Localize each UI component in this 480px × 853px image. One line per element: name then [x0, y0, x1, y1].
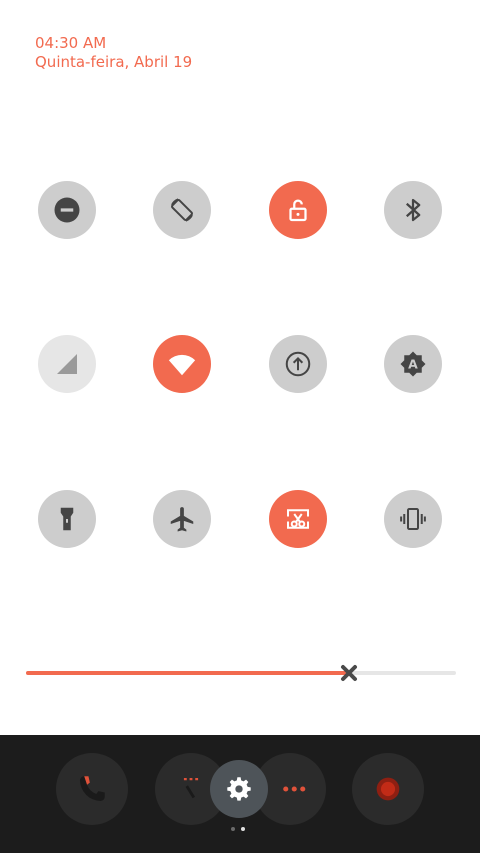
phone-icon	[79, 776, 105, 802]
page-indicator	[231, 827, 245, 831]
tile-do-not-disturb[interactable]	[38, 181, 96, 239]
svg-text:A: A	[408, 357, 418, 372]
tile-mobile-data[interactable]	[38, 335, 96, 393]
quick-settings-grid: A	[0, 0, 480, 600]
page-dot	[231, 827, 235, 831]
wifi-icon	[168, 354, 196, 376]
rotate-icon	[171, 198, 193, 222]
settings-button[interactable]	[210, 760, 268, 818]
brightness-slider[interactable]	[26, 662, 456, 684]
gear-icon	[227, 777, 251, 801]
dock-app-phone[interactable]	[56, 753, 128, 825]
close-x-icon[interactable]	[339, 663, 359, 683]
upload-circle-icon	[285, 351, 311, 377]
tile-flashlight[interactable]	[38, 490, 96, 548]
tile-auto-brightness[interactable]: A	[384, 335, 442, 393]
tile-wifi[interactable]	[153, 335, 211, 393]
bluetooth-icon	[405, 198, 421, 222]
dock	[0, 735, 480, 853]
tile-airplane-mode[interactable]	[153, 490, 211, 548]
flashlight-icon	[60, 507, 74, 531]
tile-screenshot[interactable]	[269, 490, 327, 548]
contacts-icon	[183, 777, 199, 799]
tile-data-sync[interactable]	[269, 335, 327, 393]
brightness-auto-icon: A	[400, 351, 426, 377]
minus-circle-icon	[54, 197, 80, 223]
page-dot	[241, 827, 245, 831]
camera-icon	[376, 777, 400, 801]
unlock-icon	[289, 199, 307, 222]
dock-app-camera[interactable]	[352, 753, 424, 825]
tile-rotation-lock[interactable]	[269, 181, 327, 239]
tile-bluetooth[interactable]	[384, 181, 442, 239]
signal-icon	[57, 354, 77, 374]
tile-vibrate[interactable]	[384, 490, 442, 548]
scissors-icon	[287, 509, 309, 529]
messages-icon	[283, 786, 306, 792]
vibrate-icon	[400, 508, 426, 530]
airplane-icon	[170, 507, 194, 532]
tile-auto-rotate[interactable]	[153, 181, 211, 239]
brightness-fill	[26, 671, 349, 675]
